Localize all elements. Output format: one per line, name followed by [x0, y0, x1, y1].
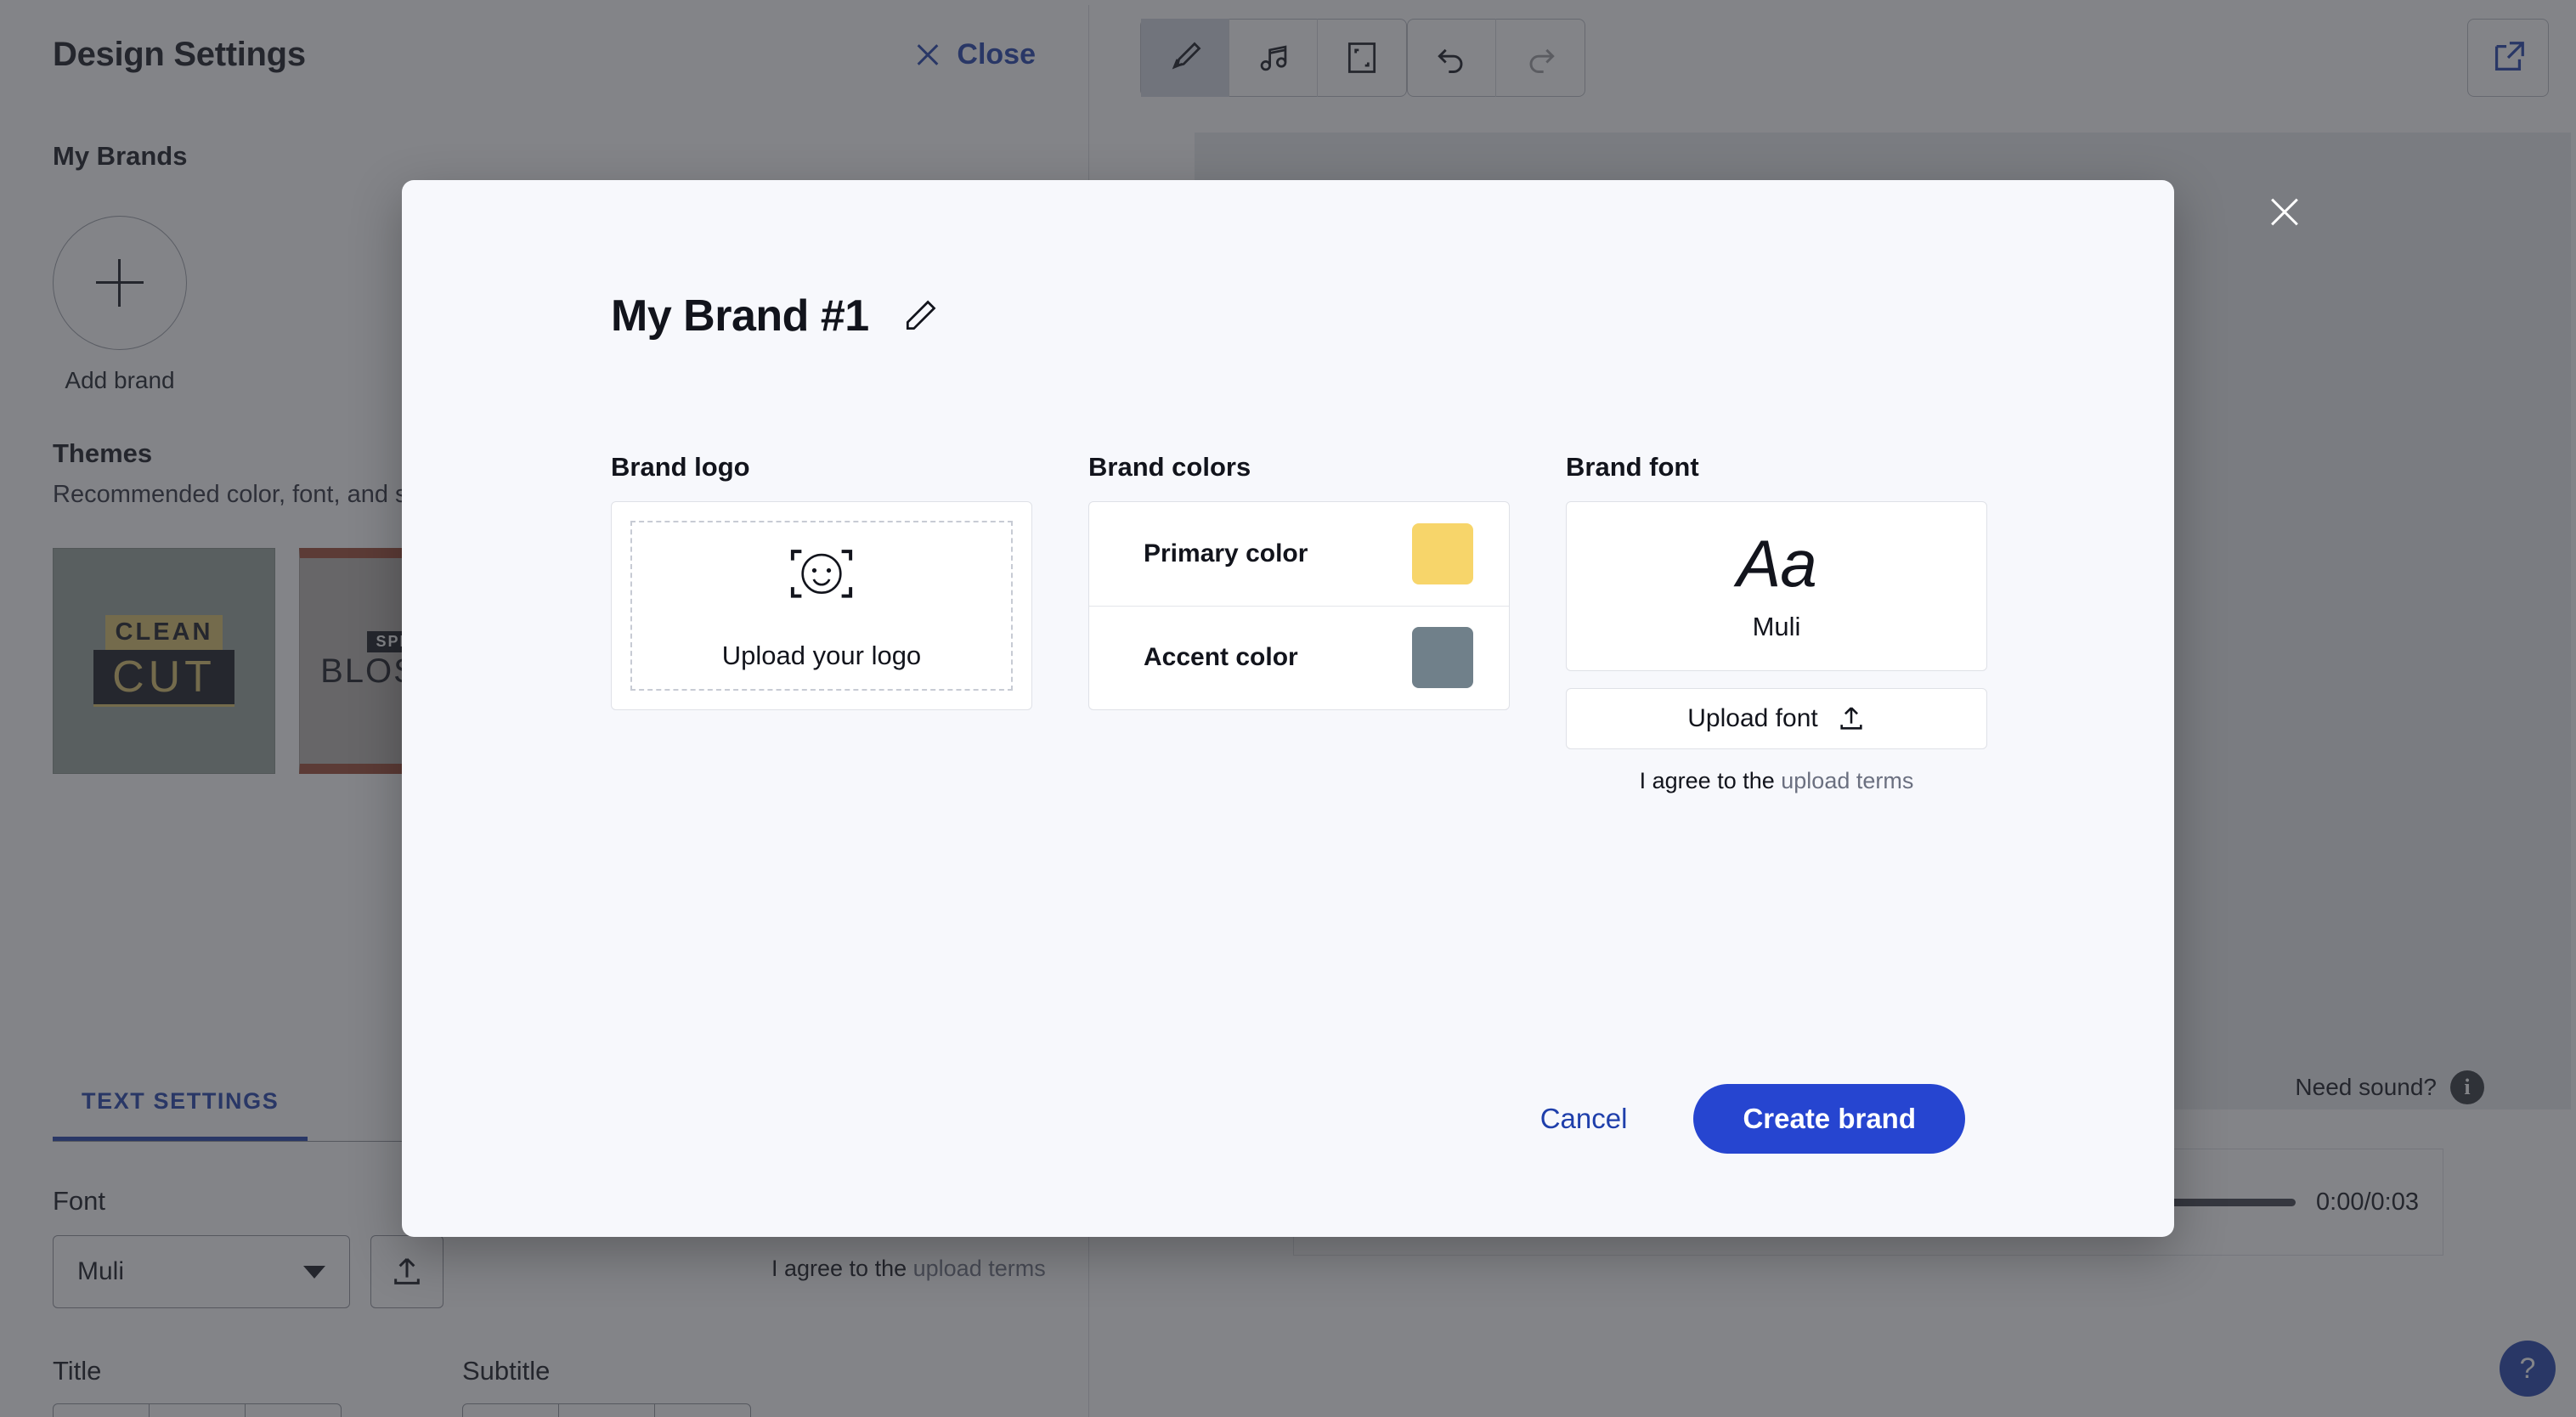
brand-logo-heading: Brand logo	[611, 452, 750, 482]
brand-font-column: Brand font Aa Muli Upload font I agree t…	[1566, 452, 1987, 794]
create-brand-modal: My Brand #1 Brand logo Upload your logo …	[402, 180, 2174, 1237]
create-brand-button[interactable]: Create brand	[1693, 1084, 1965, 1154]
modal-title-row: My Brand #1	[611, 291, 939, 342]
modal-upload-terms-note: I agree to the upload terms	[1566, 768, 1987, 794]
upload-terms-link[interactable]: upload terms	[1781, 768, 1913, 793]
font-name: Muli	[1752, 612, 1801, 641]
font-sample: Aa	[1737, 526, 1816, 601]
brand-columns: Brand logo Upload your logo Brand colors…	[611, 452, 1987, 794]
upload-font-button[interactable]: Upload font	[1566, 688, 1987, 749]
upload-icon	[1840, 707, 1862, 730]
accent-color-swatch[interactable]	[1412, 627, 1473, 689]
pencil-icon	[906, 300, 936, 330]
primary-color-label: Primary color	[1144, 539, 1308, 567]
agree-text: I agree to the	[1639, 768, 1782, 793]
cancel-button[interactable]: Cancel	[1540, 1103, 1628, 1135]
logo-dropzone[interactable]: Upload your logo	[630, 521, 1013, 691]
brand-name: My Brand #1	[611, 291, 869, 341]
accent-color-label: Accent color	[1144, 643, 1298, 672]
modal-actions: Cancel Create brand	[1540, 1084, 1965, 1154]
brand-logo-column: Brand logo Upload your logo	[611, 452, 1032, 794]
primary-color-row: Primary color	[1089, 502, 1509, 606]
upload-font-label: Upload font	[1687, 704, 1818, 732]
smiley-face-icon	[790, 550, 853, 598]
modal-close-button[interactable]	[2267, 194, 2302, 229]
app-root: Design Settings Close My Brands Add bran…	[0, 0, 2576, 1417]
brand-logo-card: Upload your logo	[611, 501, 1032, 710]
accent-color-row: Accent color	[1089, 605, 1509, 710]
edit-brand-name-button[interactable]	[901, 297, 939, 335]
brand-colors-column: Brand colors Primary color Accent color	[1088, 452, 1510, 794]
brand-font-card: Aa Muli	[1566, 501, 1987, 671]
brand-colors-card: Primary color Accent color	[1088, 501, 1510, 710]
upload-logo-label: Upload your logo	[721, 641, 922, 670]
brand-font-heading: Brand font	[1566, 452, 1699, 482]
brand-colors-heading: Brand colors	[1088, 452, 1251, 482]
primary-color-swatch[interactable]	[1412, 522, 1473, 584]
